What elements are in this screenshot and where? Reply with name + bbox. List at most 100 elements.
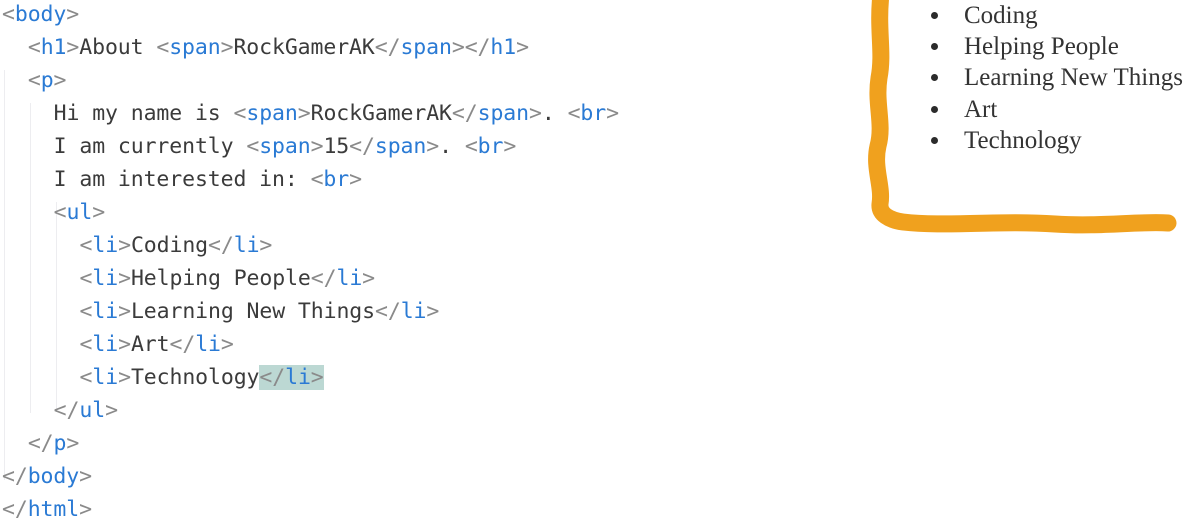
list-item: Coding [922, 0, 1183, 31]
code-token: </ [169, 332, 196, 357]
code-line[interactable]: Hi my name is <span>RockGamerAK</span>. … [0, 97, 754, 130]
code-line[interactable]: </ul> [0, 394, 754, 427]
code-line[interactable]: <li>Coding</li> [0, 229, 780, 262]
code-token: span [374, 134, 427, 159]
code-token: </ [374, 35, 401, 60]
code-token: ul [79, 398, 106, 423]
code-line[interactable]: <p> [0, 64, 728, 97]
code-token: > [529, 101, 542, 126]
code-token: body [27, 464, 80, 489]
code-token: > [66, 431, 80, 456]
code-line[interactable]: </p> [0, 427, 728, 460]
code-token: > [426, 134, 440, 159]
html-source-code-panel[interactable]: <body> <h1>About <span>RockGamerAK</span>… [0, 0, 700, 521]
code-token: h1 [40, 35, 67, 60]
code-token: </ [2, 464, 28, 489]
list-item-label: Learning New Things [964, 64, 1183, 92]
list-item-label: Technology [964, 126, 1082, 154]
list-item-label: Coding [964, 2, 1038, 29]
bullet-icon [931, 105, 938, 113]
code-token: > [259, 233, 273, 258]
code-token: </ [310, 266, 337, 291]
code-token: > [105, 398, 118, 423]
code-line[interactable]: I am currently <span>15</span>. <br> [0, 130, 754, 163]
code-token: Hi my name is [53, 101, 234, 126]
code-token: > [118, 266, 131, 291]
code-token: Technology [130, 365, 260, 390]
code-token: > [220, 35, 234, 60]
code-line[interactable]: </body> [0, 460, 702, 493]
code-token: Learning New Things [130, 299, 375, 324]
code-line[interactable]: <ul> [0, 196, 754, 229]
bullet-icon [931, 43, 938, 51]
code-token: < [27, 68, 41, 93]
selected-code-token: li [285, 365, 311, 390]
code-token: > [451, 35, 465, 60]
code-token: h1 [490, 35, 517, 60]
code-token: span [259, 134, 311, 159]
code-token: > [220, 332, 234, 357]
code-token: > [66, 2, 80, 27]
code-token: body [14, 2, 67, 27]
code-token: < [156, 35, 170, 60]
code-token: </ [349, 134, 375, 159]
code-token: > [66, 35, 80, 60]
code-token: Art [130, 332, 170, 357]
code-token: Coding [130, 233, 209, 258]
code-token: < [246, 134, 260, 159]
code-line[interactable]: <li>Technology</li> [0, 361, 780, 394]
code-line[interactable]: <h1>About <span>RockGamerAK</span></h1> [0, 31, 728, 64]
code-token: < [233, 101, 247, 126]
bullet-icon [931, 74, 938, 82]
code-line[interactable]: <li>Art</li> [0, 328, 780, 361]
code-token: < [27, 35, 41, 60]
code-line[interactable]: <body> [0, 0, 702, 31]
code-line[interactable]: <li>Learning New Things</li> [0, 295, 780, 328]
list-item: Helping People [922, 31, 1183, 62]
code-token: > [349, 167, 362, 192]
code-line[interactable]: I am interested in: <br> [0, 163, 754, 196]
code-token: I am currently [53, 134, 247, 159]
code-token: span [477, 101, 529, 126]
interests-list: Coding Helping People Learning New Things A… [922, 0, 1183, 156]
code-token: > [516, 35, 529, 60]
code-token: > [118, 332, 131, 357]
code-token: span [400, 35, 452, 60]
code-token: About [79, 35, 157, 60]
code-token: > [310, 134, 324, 159]
code-token: < [79, 299, 93, 324]
code-token: > [426, 299, 440, 324]
code-token: </ [208, 233, 234, 258]
code-token: > [92, 200, 106, 225]
list-item: Learning New Things [922, 62, 1183, 93]
bullet-icon [931, 12, 938, 20]
code-token: Helping People [130, 266, 311, 291]
code-token: > [297, 101, 311, 126]
code-token: </ [451, 101, 478, 126]
code-token: < [79, 332, 93, 357]
code-token: </ [464, 35, 491, 60]
code-token: html [27, 497, 80, 521]
code-token: </ [53, 398, 80, 423]
code-token: . [439, 134, 465, 159]
code-token: li [92, 266, 119, 291]
code-line[interactable]: </html> [0, 493, 702, 521]
code-token: br [323, 167, 350, 192]
code-token: </ [2, 497, 28, 521]
code-token: li [400, 299, 427, 324]
code-token: li [336, 266, 363, 291]
code-token: < [310, 167, 324, 192]
bullet-icon [931, 136, 938, 144]
code-token: > [118, 233, 131, 258]
code-token: br [580, 101, 607, 126]
code-line[interactable]: <li>Helping People</li> [0, 262, 780, 295]
code-token: li [92, 233, 119, 258]
code-token: > [503, 134, 517, 159]
code-token: li [195, 332, 221, 357]
code-token: < [79, 233, 93, 258]
code-token: > [118, 299, 131, 324]
code-token: li [233, 233, 260, 258]
code-token: RockGamerAK [233, 35, 375, 60]
code-token: > [79, 497, 92, 521]
code-token: > [53, 68, 67, 93]
